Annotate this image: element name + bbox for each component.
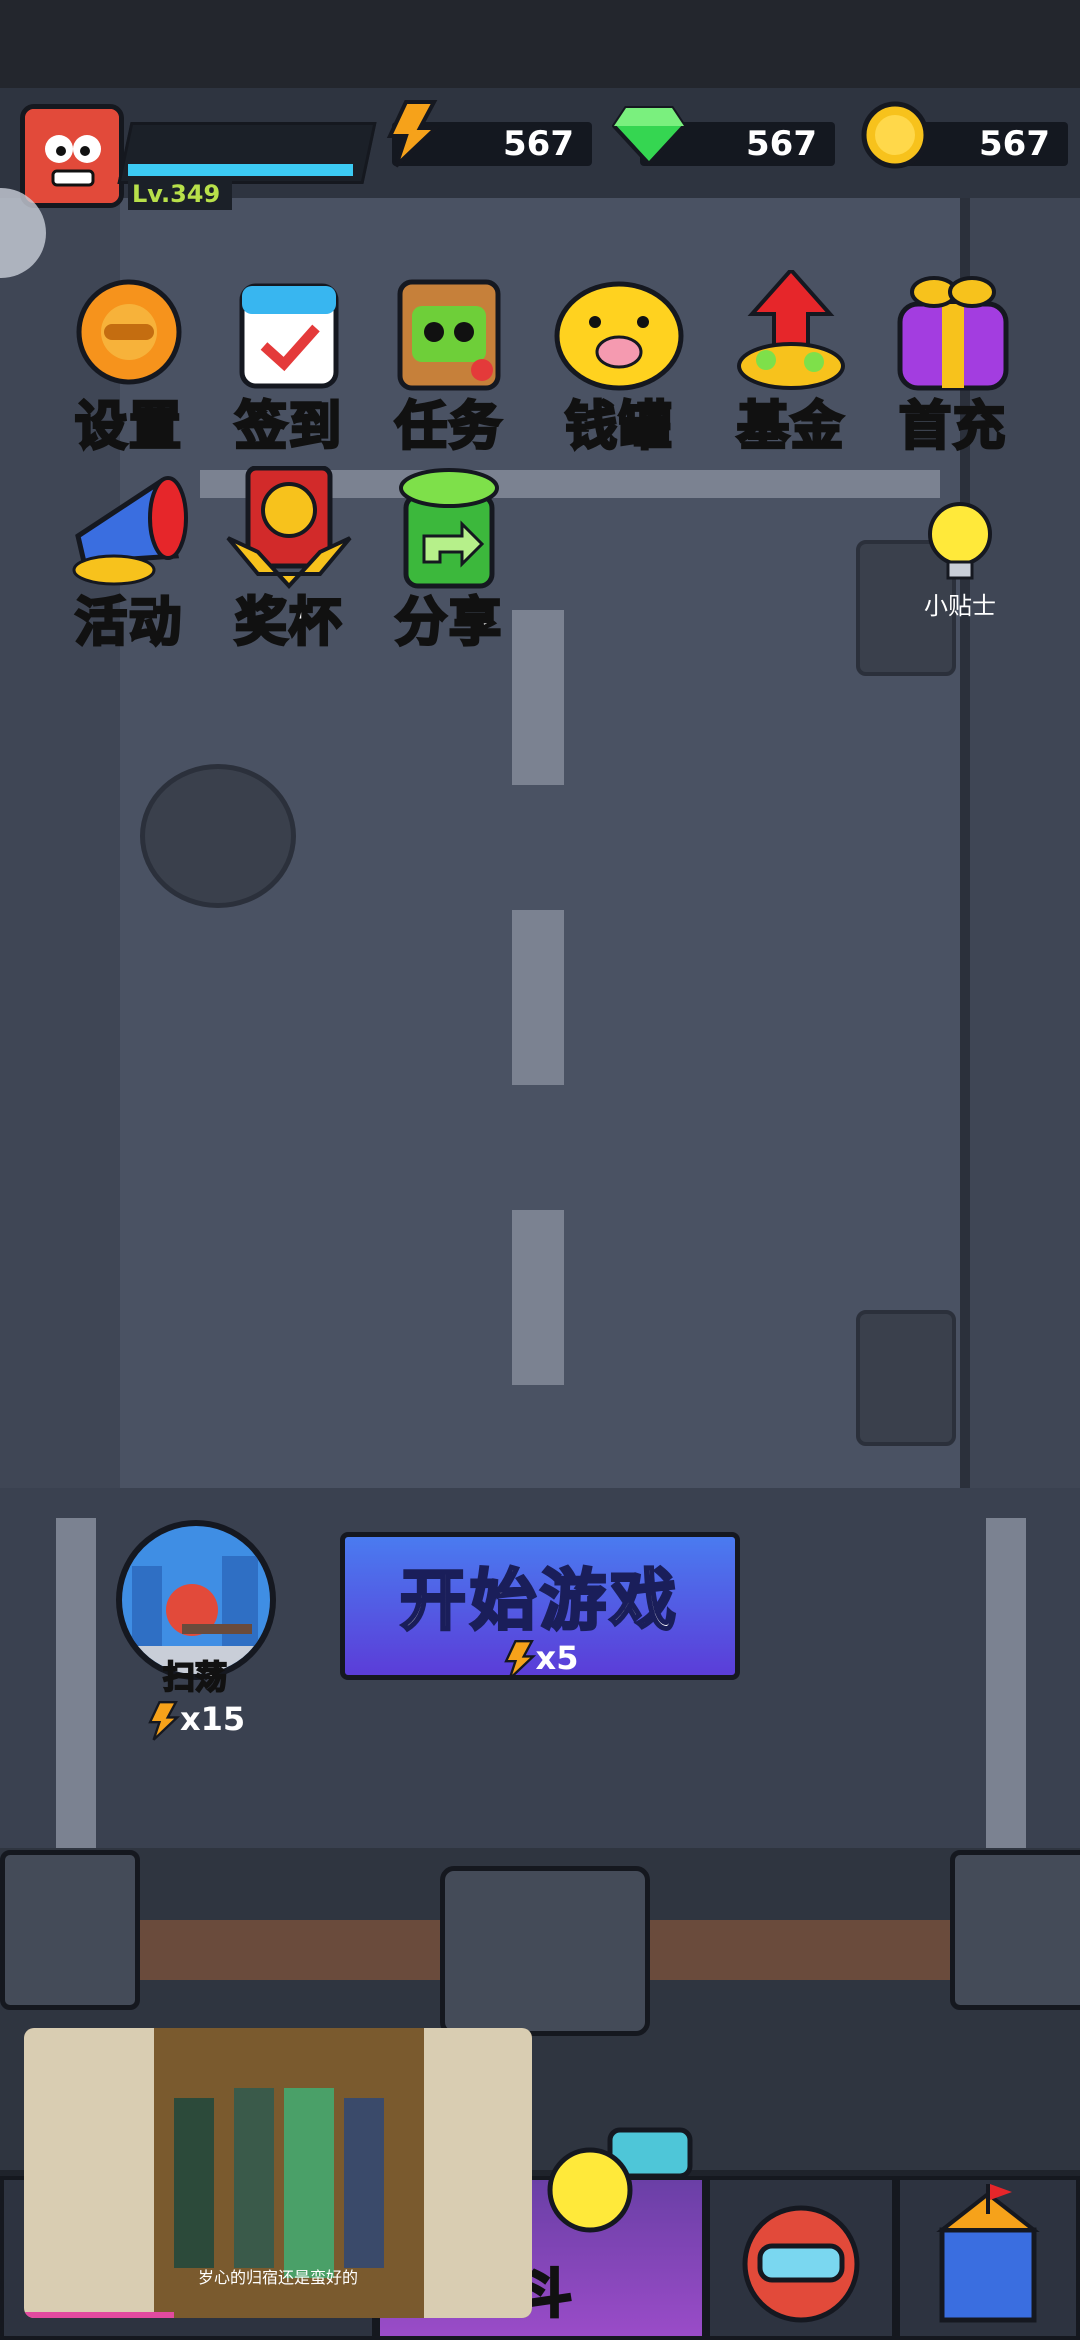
menu-label: 首充 [897, 396, 1007, 459]
tips-label: 小贴士 [924, 592, 996, 620]
gift-icon [897, 276, 1009, 391]
megaphone-icon [72, 476, 188, 586]
sweep-label: 扫荡 [162, 1657, 228, 1697]
avatar-face-icon [25, 109, 119, 203]
menu-label: 设置 [73, 396, 183, 459]
video-subtitle: 岁心的归宿还是蛮好的 [197, 2268, 358, 2287]
lightning-icon [148, 1701, 181, 1741]
menu-label: 活动 [73, 592, 183, 655]
xp-bar-fill [128, 164, 353, 176]
battle-hero-icon [547, 2127, 693, 2233]
menu-label: 钱罐 [563, 396, 673, 459]
menu-fund[interactable]: 基金 [716, 266, 866, 459]
lightning-icon [503, 1640, 536, 1680]
menu-label: 签到 [233, 396, 343, 459]
start-game-button[interactable]: 开始游戏 x5 [340, 1532, 740, 1680]
player-level: Lv.349 [128, 180, 232, 210]
wall-tower [950, 1850, 1080, 2010]
lane-marking [512, 910, 564, 1085]
gear-icon [76, 279, 182, 385]
share-icon [399, 468, 499, 589]
menu-trophy[interactable]: 奖杯 [214, 465, 364, 655]
nav-tab-hero[interactable] [706, 2176, 896, 2340]
piggy-bank-icon [554, 281, 684, 391]
lane-marking [986, 1518, 1026, 1848]
sweep-cost-value: x15 [180, 1700, 246, 1738]
lightning-icon [386, 100, 440, 168]
menu-label: 奖杯 [233, 592, 343, 655]
nav-tab-castle[interactable] [896, 2176, 1080, 2340]
menu-piggy-bank[interactable]: 钱罐 [544, 270, 694, 459]
start-game-label: 开始游戏 [399, 1561, 680, 1641]
fund-icon [737, 266, 845, 390]
menu-label: 分享 [393, 592, 503, 655]
manhole-cover [140, 764, 296, 908]
start-game-cost-value: x5 [535, 1639, 579, 1677]
menu-share[interactable]: 分享 [374, 466, 524, 655]
gem-icon [612, 106, 686, 166]
menu-label: 基金 [735, 396, 845, 459]
wall-gate [440, 1866, 650, 2036]
tips-button[interactable]: 小贴士 [906, 496, 1014, 621]
castle-icon [936, 2184, 1040, 2323]
menu-events[interactable]: 活动 [54, 466, 204, 655]
task-board-icon [397, 279, 501, 391]
drain-grate [856, 1310, 956, 1446]
coin-icon [861, 101, 929, 169]
menu-checkin[interactable]: 签到 [214, 270, 364, 459]
calendar-icon [239, 283, 339, 389]
menu-label: 任务 [393, 396, 503, 459]
player-avatar[interactable] [20, 104, 124, 208]
trophy-icon [226, 465, 352, 589]
menu-tasks[interactable]: 任务 [374, 270, 524, 459]
lane-marking [512, 1210, 564, 1385]
lightbulb-icon [928, 502, 992, 580]
start-game-cost: x5 [345, 1639, 735, 1680]
lane-marking [56, 1518, 96, 1848]
hero-face-icon [742, 2205, 860, 2323]
system-status-bar [0, 0, 1080, 88]
sweep-cost: x15 [146, 1700, 266, 1741]
menu-first-recharge[interactable]: 首充 [878, 270, 1028, 459]
wall-tower [0, 1850, 140, 2010]
menu-settings[interactable]: 设置 [54, 270, 204, 459]
